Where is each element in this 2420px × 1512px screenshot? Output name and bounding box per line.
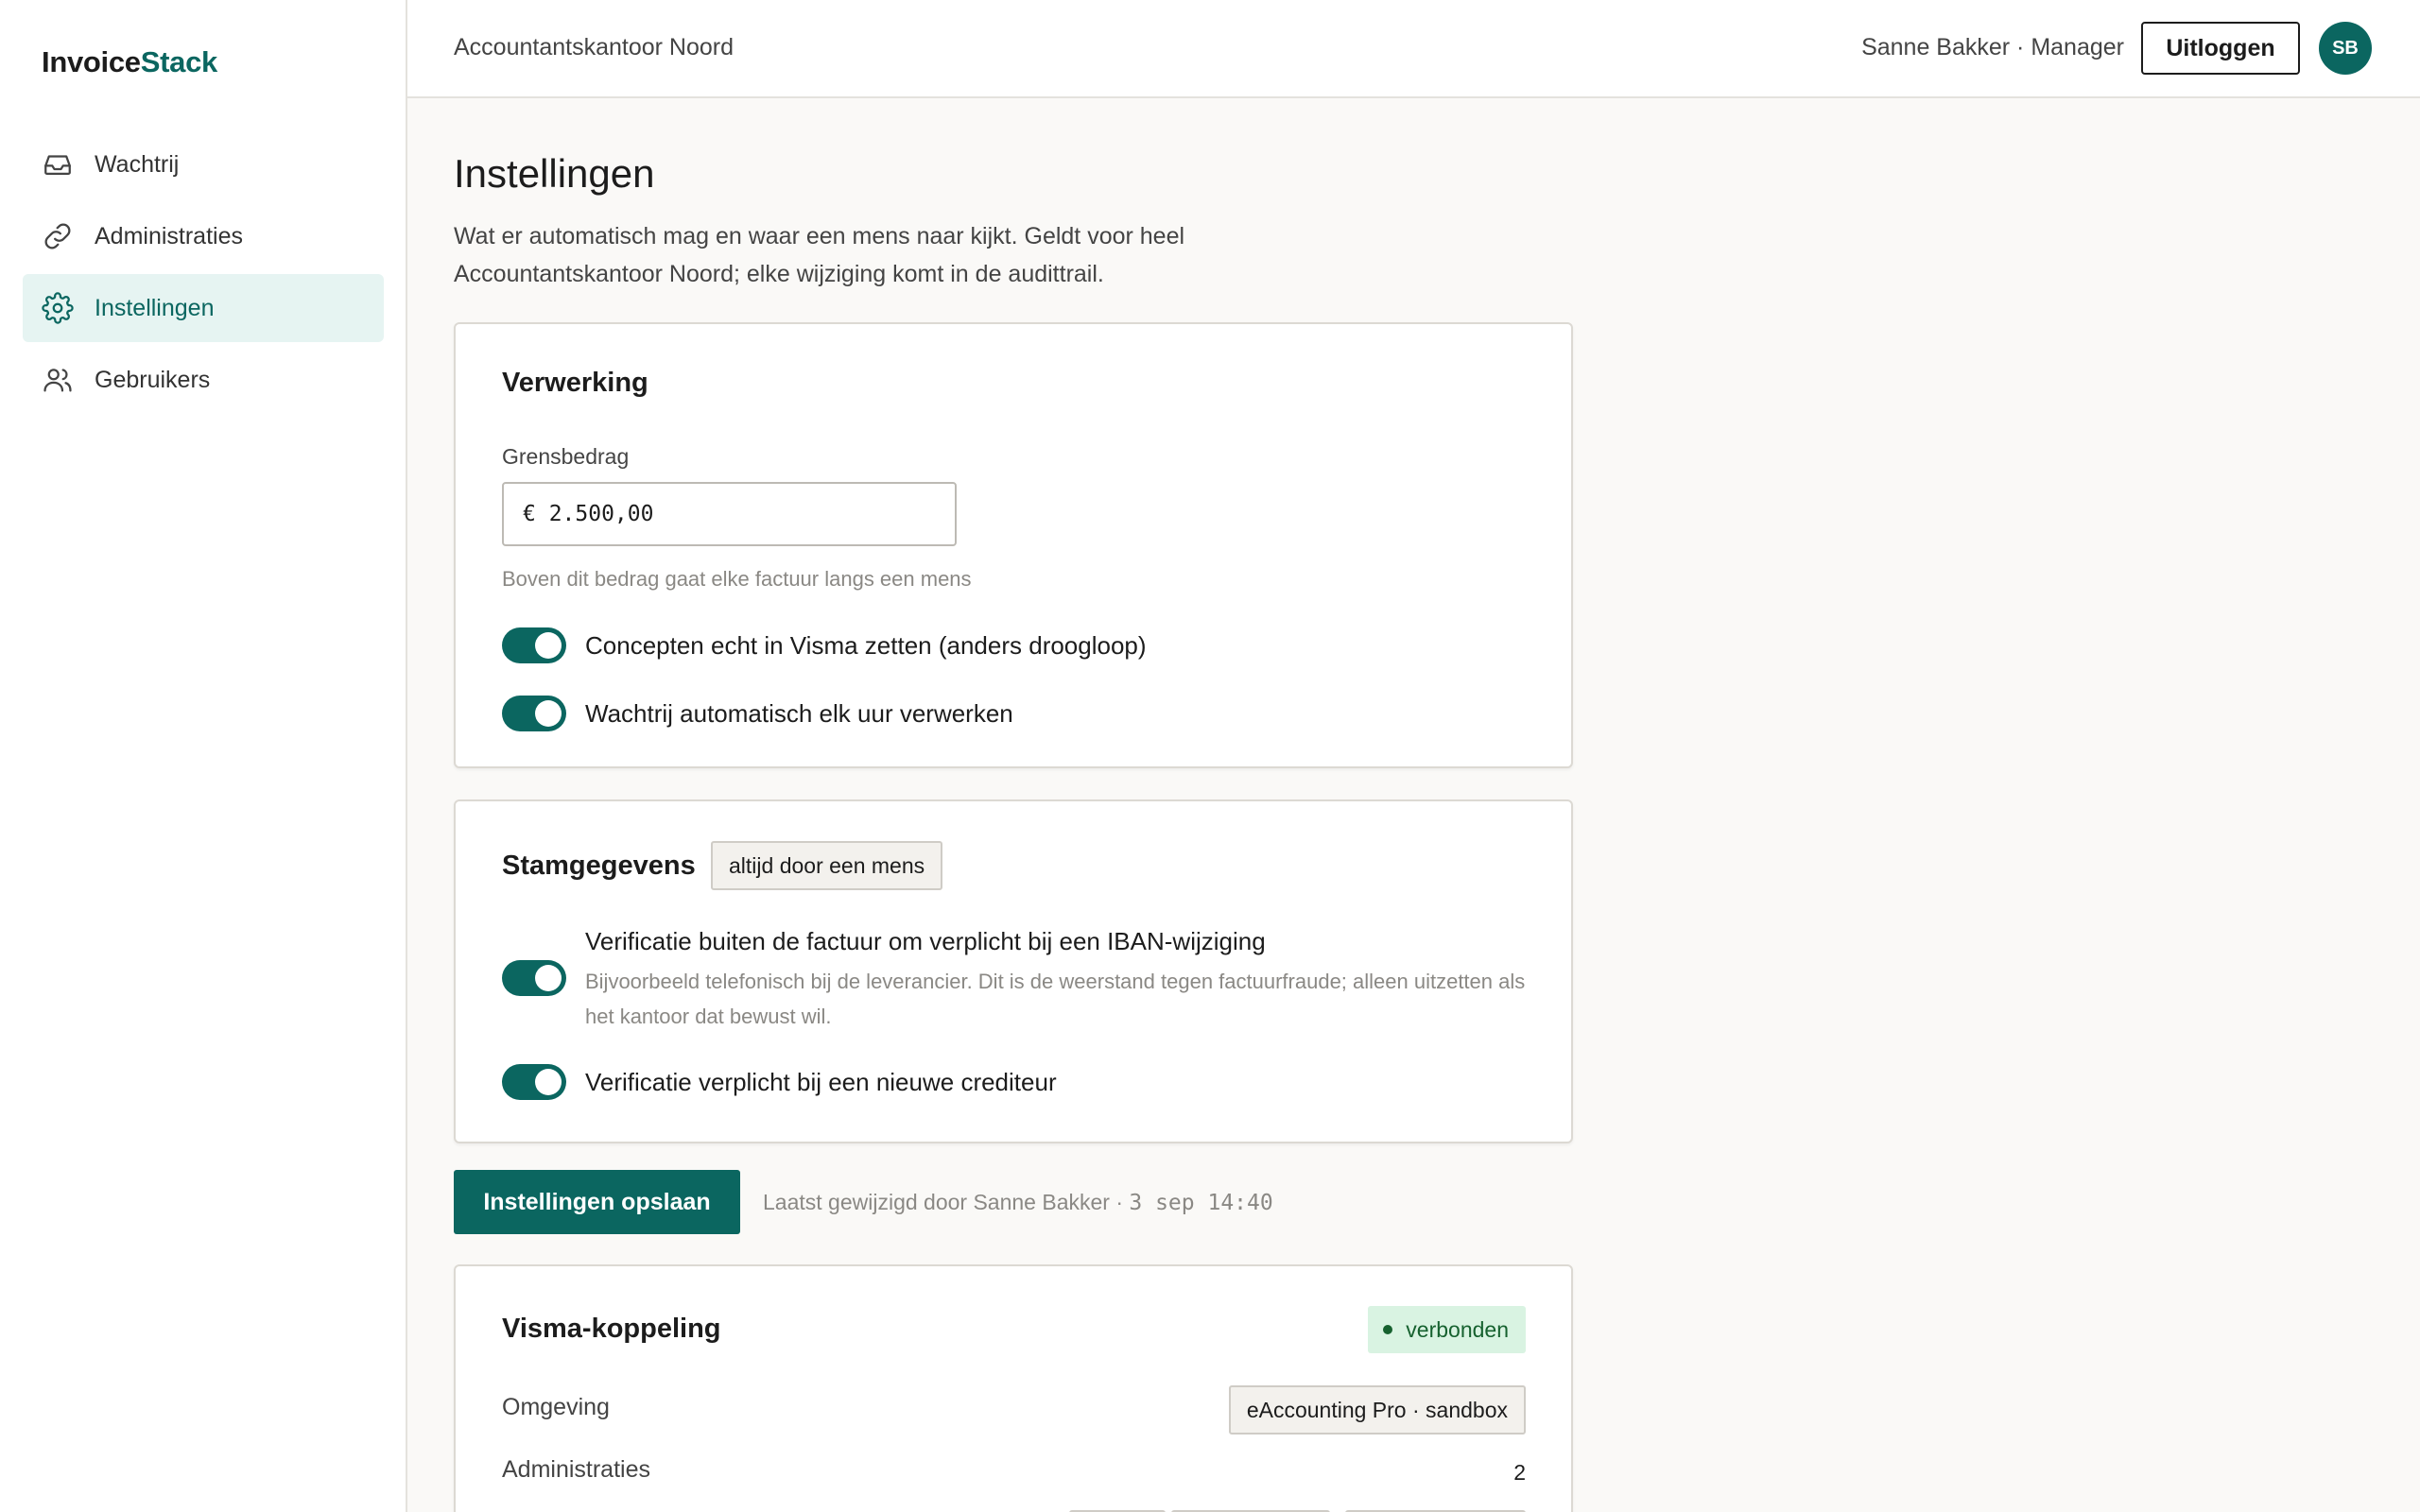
page-title: Instellingen: [454, 151, 655, 196]
last-modified-info: Laatst gewijzigd door Sanne Bakker · 3 s…: [763, 1190, 1273, 1215]
environment-label: Omgeving: [502, 1394, 610, 1420]
last-modified-by: Laatst gewijzigd door Sanne Bakker ·: [763, 1190, 1130, 1214]
sidebar-nav: Wachtrij Administraties Instellingen Geb…: [23, 130, 384, 418]
organization-name: Accountantskantoor Noord: [454, 34, 735, 60]
administrations-label: Administraties: [502, 1456, 650, 1483]
toggle-concepts-to-visma[interactable]: [502, 627, 566, 663]
sidebar-item-label: Gebruikers: [95, 366, 211, 393]
human-review-chip: altijd door een mens: [711, 841, 943, 890]
administrations-count: 2: [1513, 1460, 1526, 1485]
threshold-hint: Boven dit bedrag gaat elke factuur langs…: [502, 567, 972, 591]
users-icon: [43, 369, 72, 392]
toggle-label: Wachtrij automatisch elk uur verwerken: [585, 699, 1013, 728]
brand-name-part2: Stack: [140, 45, 218, 78]
sidebar-item-gebruikers[interactable]: Gebruikers: [23, 346, 384, 414]
link-icon: [44, 223, 71, 249]
avatar[interactable]: SB: [2319, 22, 2372, 75]
toggle-new-creditor-verification[interactable]: [502, 1064, 566, 1100]
card-title: Verwerking: [502, 368, 648, 398]
sidebar: InvoiceStack Wachtrij Administraties Ins…: [0, 0, 407, 1512]
brand-name-part1: Invoice: [42, 45, 141, 78]
inbox-icon: [44, 155, 71, 176]
status-text: verbonden: [1406, 1316, 1509, 1342]
page-description: Wat er automatisch mag en waar een mens …: [454, 223, 1185, 287]
environment-value: eAccounting Pro · sandbox: [1228, 1385, 1526, 1435]
visma-connection-card: Visma-koppeling verbonden Omgeving eAcco…: [454, 1264, 1573, 1512]
toggle-label: Verificatie verplicht bij een nieuwe cre…: [585, 1068, 1057, 1096]
sidebar-item-label: Administraties: [95, 222, 243, 249]
toggle-description: Bijvoorbeeld telefonisch bij de leveranc…: [585, 970, 1526, 1028]
card-title: Visma-koppeling: [502, 1314, 721, 1344]
save-settings-button[interactable]: Instellingen opslaan: [454, 1170, 740, 1234]
gear-icon: [42, 292, 74, 324]
toggle-label: Concepten echt in Visma zetten (anders d…: [585, 631, 1147, 660]
card-title: Stamgegevens: [502, 850, 696, 881]
last-modified-timestamp: 3 sep 14:40: [1129, 1191, 1273, 1215]
sidebar-item-label: Instellingen: [95, 294, 215, 321]
toggle-auto-process-queue[interactable]: [502, 696, 566, 731]
toggle-label: Verificatie buiten de factuur om verplic…: [585, 927, 1266, 955]
status-badge: verbonden: [1368, 1306, 1526, 1353]
sidebar-item-instellingen[interactable]: Instellingen: [23, 274, 384, 342]
status-dot-icon: [1383, 1325, 1393, 1334]
processing-card: Verwerking Grensbedrag € 2.500,00 Boven …: [454, 322, 1573, 768]
sidebar-item-administraties[interactable]: Administraties: [23, 202, 384, 270]
brand-logo[interactable]: InvoiceStack: [42, 45, 217, 79]
current-user: Sanne Bakker · Manager: [1861, 34, 2124, 60]
top-bar: Accountantskantoor Noord Sanne Bakker · …: [407, 0, 2420, 98]
master-data-card: Stamgegevens altijd door een mens Verifi…: [454, 799, 1573, 1143]
threshold-amount-input[interactable]: € 2.500,00: [502, 482, 957, 546]
logout-button[interactable]: Uitloggen: [2141, 22, 2300, 75]
sidebar-item-label: Wachtrij: [95, 150, 180, 178]
threshold-label: Grensbedrag: [502, 444, 630, 469]
toggle-iban-verification[interactable]: [502, 960, 566, 996]
sidebar-item-wachtrij[interactable]: Wachtrij: [23, 130, 384, 198]
